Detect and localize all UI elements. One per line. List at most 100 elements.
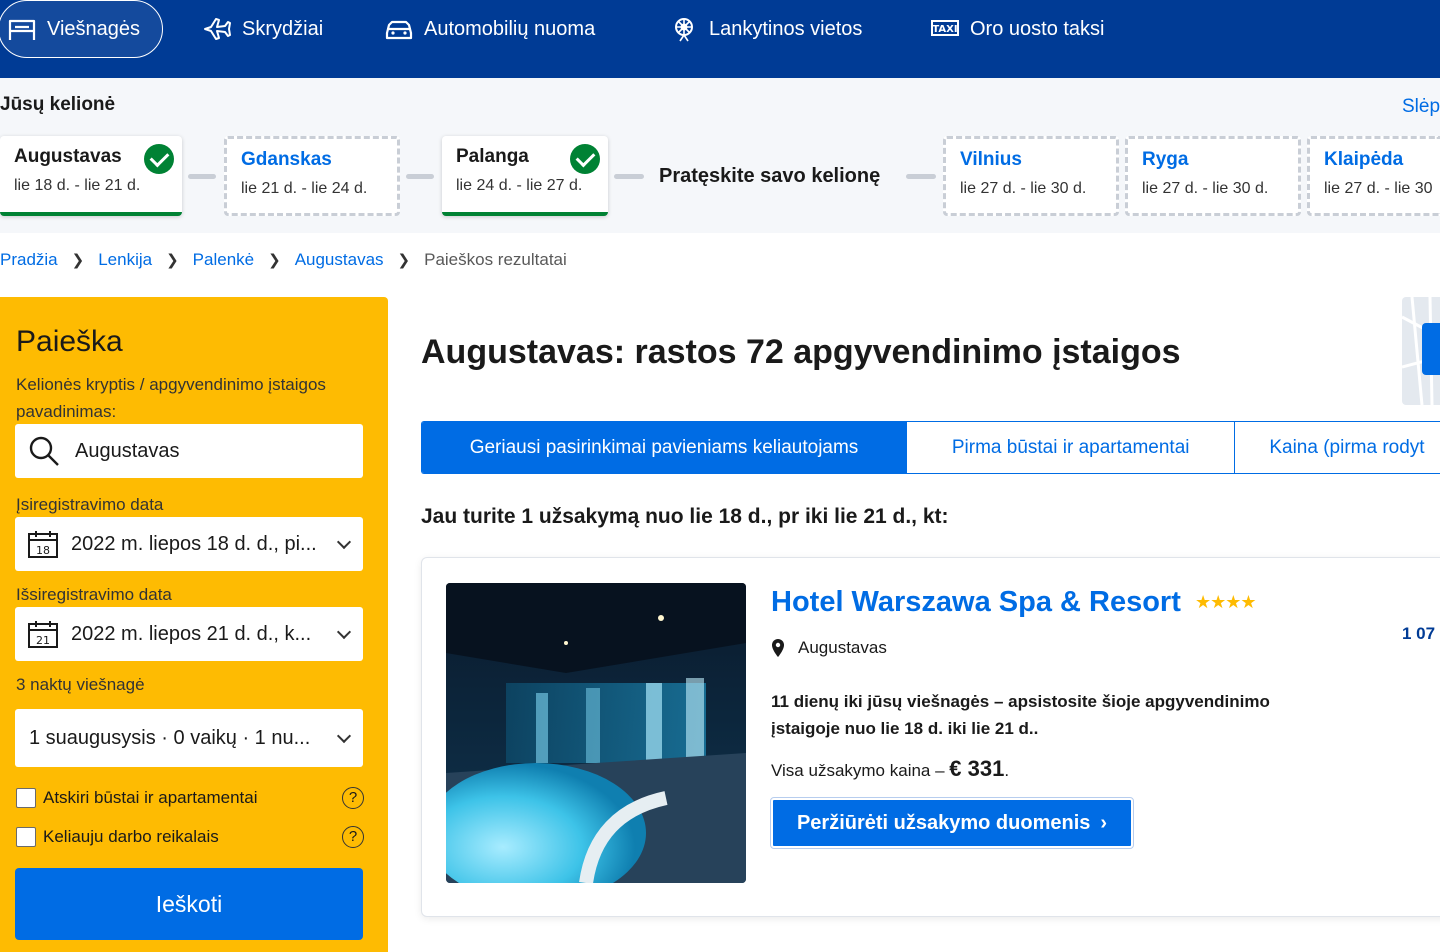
trip-suggestion-dates: lie 27 d. - lie 30 d. xyxy=(960,180,1087,197)
attractions-icon xyxy=(675,18,693,42)
business-checkbox-label: Keliauju darbo reikalais xyxy=(43,827,219,846)
checkin-value: 2022 m. liepos 18 d. d., pi... xyxy=(71,532,317,555)
chevron-down-icon xyxy=(336,728,352,744)
guests-select[interactable]: 1 suaugusysis · 0 vaikų · 1 nu... xyxy=(15,709,363,767)
help-icon[interactable]: ? xyxy=(342,826,364,848)
checkout-day: 21 xyxy=(36,634,50,647)
map-preview[interactable] xyxy=(1402,297,1440,405)
hotel-location: Augustavas xyxy=(770,638,887,658)
nav-flights-label: Skrydžiai xyxy=(242,17,324,40)
breadcrumb: Pradžia ❯ Lenkija ❯ Palenkė ❯ Augustavas… xyxy=(0,248,567,272)
chevron-right-icon: ❯ xyxy=(166,252,179,269)
svg-text:TAXI: TAXI xyxy=(932,24,957,35)
nav-flights[interactable]: Skrydžiai xyxy=(202,0,323,58)
nav-attractions[interactable]: Lankytinos vietos xyxy=(669,0,862,58)
check-icon xyxy=(144,144,174,174)
checkout-value: 2022 m. liepos 21 d. d., k... xyxy=(71,622,312,645)
map-button-edge[interactable] xyxy=(1422,323,1440,375)
calendar-icon: 21 xyxy=(28,621,58,648)
trip-connector xyxy=(188,174,216,179)
trip-extend-label: Pratęskite savo kelionę xyxy=(659,165,881,187)
tab-apartments-first[interactable]: Pirma būstai ir apartamentai xyxy=(907,422,1236,473)
existing-booking-notice: Jau turite 1 užsakymą nuo lie 18 d., pr … xyxy=(421,505,949,528)
destination-label: Kelionės kryptis / apgyvendinimo įstaigo… xyxy=(16,375,326,421)
hotel-name-link[interactable]: Hotel Warszawa Spa & Resort xyxy=(771,586,1181,619)
destination-value: Augustavas xyxy=(75,439,180,462)
top-navigation: Viešnagės Skrydžiai Automobilių nuoma La… xyxy=(0,0,1440,78)
view-booking-button[interactable]: Peržiūrėti užsakymo duomenis › xyxy=(770,797,1134,849)
spa-pool-image xyxy=(446,583,746,883)
nav-stays-label: Viešnagės xyxy=(47,17,141,40)
booking-total: Visa užsakymo kaina – € 331. xyxy=(771,756,1009,782)
search-button[interactable]: Ieškoti xyxy=(15,868,363,940)
trip-stop-augustavas[interactable]: Augustavas lie 18 d. - lie 21 d. xyxy=(0,136,182,216)
breadcrumb-city[interactable]: Augustavas xyxy=(295,250,384,270)
checkout-select[interactable]: 21 2022 m. liepos 21 d. d., k... xyxy=(15,607,363,661)
checkin-select[interactable]: 18 2022 m. liepos 18 d. d., pi... xyxy=(15,517,363,571)
hotel-photo[interactable] xyxy=(446,583,746,883)
plane-icon xyxy=(204,18,231,40)
map-pin-icon xyxy=(772,639,784,657)
apartments-checkbox[interactable] xyxy=(16,788,36,808)
trip-stop-gdanskas[interactable]: Gdanskas lie 21 d. - lie 24 d. xyxy=(224,136,400,216)
apartments-checkbox-label: Atskiri būstai ir apartamentai xyxy=(43,788,258,807)
view-booking-label: Peržiūrėti užsakymo duomenis xyxy=(796,811,1091,834)
trip-suggestion-vilnius[interactable]: Vilnius lie 27 d. - lie 30 d. xyxy=(943,136,1119,216)
taxi-icon: TAXI xyxy=(931,20,959,36)
chevron-right-icon: ❯ xyxy=(397,252,411,269)
nights-label: 3 naktų viešnagė xyxy=(16,675,145,694)
tab-price[interactable]: Kaina (pirma rodyt xyxy=(1235,422,1440,473)
breadcrumb-country[interactable]: Lenkija xyxy=(98,250,152,270)
total-suffix: . xyxy=(1004,761,1010,780)
nav-airport-taxi-label: Oro uosto taksi xyxy=(970,17,1105,40)
chevron-right-icon: ❯ xyxy=(268,252,281,269)
search-panel: Paieška Kelionės kryptis / apgyvendinimo… xyxy=(0,297,388,952)
destination-input[interactable]: Augustavas xyxy=(15,424,363,478)
total-value: € 331 xyxy=(949,756,1005,781)
breadcrumb-current: Paieškos rezultatai xyxy=(424,250,567,269)
chevron-down-icon xyxy=(336,624,352,640)
search-title: Paieška xyxy=(16,325,123,358)
price-preview: 1 07 xyxy=(1402,624,1436,643)
nav-stays[interactable]: Viešnagės xyxy=(0,0,164,58)
trip-suggestion-city: Klaipėda xyxy=(1324,149,1404,170)
trip-stop-dates: lie 24 d. - lie 27 d. xyxy=(456,177,583,194)
chevron-down-icon xyxy=(336,534,352,550)
nav-airport-taxi[interactable]: TAXI Oro uosto taksi xyxy=(930,0,1105,58)
bed-icon xyxy=(8,19,36,40)
trip-connector xyxy=(406,174,434,179)
trip-suggestion-dates: lie 27 d. - lie 30 d. xyxy=(1142,180,1269,197)
trip-suggestion-klaipeda[interactable]: Klaipėda lie 27 d. - lie 30 xyxy=(1307,136,1440,216)
business-checkbox[interactable] xyxy=(16,827,36,847)
nav-car-rental-label: Automobilių nuoma xyxy=(424,17,596,40)
trip-title: Jūsų kelionė xyxy=(0,94,116,115)
guests-value: 1 suaugusysis · 0 vaikų · 1 nu... xyxy=(29,726,311,749)
trip-stop-dates: lie 18 d. - lie 21 d. xyxy=(14,177,141,194)
breadcrumb-home[interactable]: Pradžia xyxy=(0,250,58,270)
trip-connector xyxy=(614,174,644,179)
trip-stop-city: Gdanskas xyxy=(241,149,332,170)
nav-attractions-label: Lankytinos vietos xyxy=(709,17,863,40)
trip-suggestion-city: Ryga xyxy=(1142,149,1189,170)
trip-hide-link[interactable]: Slėp xyxy=(1402,96,1440,118)
trip-suggestion-dates: lie 27 d. - lie 30 xyxy=(1324,180,1433,197)
help-icon[interactable]: ? xyxy=(342,787,364,809)
trip-stop-palanga[interactable]: Palanga lie 24 d. - lie 27 d. xyxy=(442,136,608,216)
trip-stop-dates: lie 21 d. - lie 24 d. xyxy=(241,180,368,197)
car-icon xyxy=(385,20,413,40)
trip-connector xyxy=(906,174,936,179)
page-title: Augustavas: rastos 72 apgyvendinimo įsta… xyxy=(421,333,1181,371)
hotel-location-text: Augustavas xyxy=(798,638,887,657)
apartments-checkbox-row[interactable]: Atskiri būstai ir apartamentai ? xyxy=(16,785,364,811)
breadcrumb-region[interactable]: Palenkė xyxy=(193,250,254,270)
business-checkbox-row[interactable]: Keliauju darbo reikalais ? xyxy=(16,824,364,850)
trip-suggestion-city: Vilnius xyxy=(960,149,1022,170)
sort-tabs: Geriausi pasirinkimai pavieniams keliaut… xyxy=(421,421,1440,474)
nav-car-rental[interactable]: Automobilių nuoma xyxy=(384,0,595,58)
search-icon xyxy=(29,436,59,466)
total-label: Visa užsakymo kaina – xyxy=(771,761,945,780)
tab-best-picks[interactable]: Geriausi pasirinkimai pavieniams keliaut… xyxy=(422,422,908,473)
booking-info: 11 dienų iki jūsų viešnagės – apsistosit… xyxy=(771,692,1270,738)
trip-suggestion-ryga[interactable]: Ryga lie 27 d. - lie 30 d. xyxy=(1125,136,1301,216)
check-icon xyxy=(570,144,600,174)
